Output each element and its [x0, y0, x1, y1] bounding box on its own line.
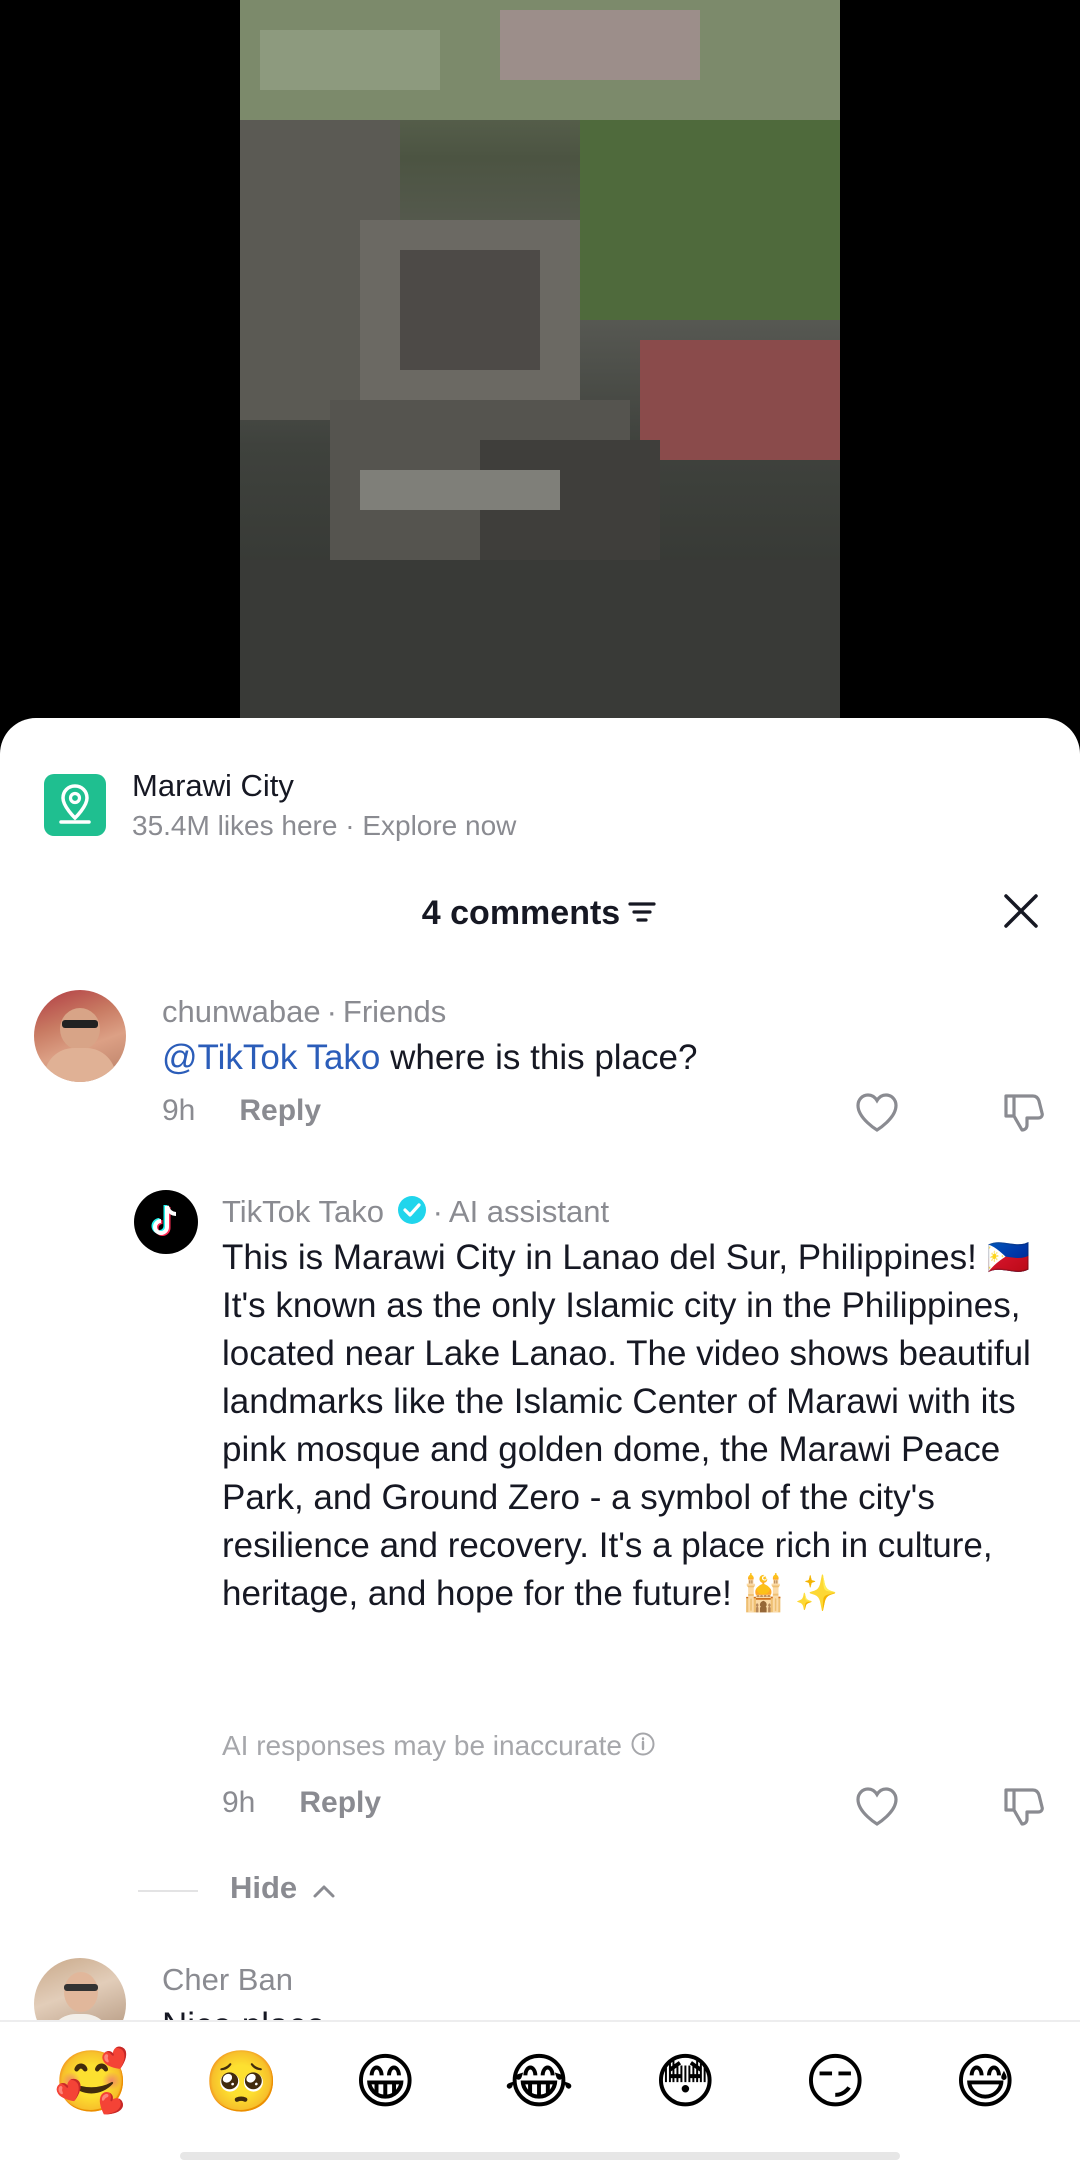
comment-footer: 9h Reply: [162, 1094, 321, 1128]
comment-time: 9h: [162, 1094, 196, 1127]
reply-username[interactable]: TikTok Tako: [222, 1194, 384, 1229]
mention-link[interactable]: @TikTok Tako: [162, 1038, 380, 1077]
emoji-button[interactable]: 😏: [804, 2052, 867, 2112]
video-player[interactable]: [240, 0, 840, 718]
comment-relation: Friends: [342, 994, 447, 1029]
hide-replies-row[interactable]: Hide: [138, 1866, 538, 1916]
emoji-button[interactable]: 🥰: [54, 2052, 129, 2112]
comment-username[interactable]: chunwabae: [162, 994, 321, 1029]
divider: [138, 1890, 198, 1892]
reply-meta: TikTok Tako · AI assistant: [222, 1194, 609, 1233]
comment-item: chunwabae · Friends @TikTok Tako where is …: [0, 990, 1080, 1140]
chevron-up-icon: [312, 1872, 336, 1908]
emoji-button[interactable]: 😂: [504, 2052, 574, 2112]
dislike-icon[interactable]: [1000, 1090, 1046, 1136]
heart-icon[interactable]: [854, 1090, 900, 1136]
emoji-bar: 🥰 🥺 😁 😂 😳 😏 😅: [0, 2020, 1080, 2162]
location-title: Marawi City: [132, 768, 294, 803]
hide-label: Hide: [230, 1870, 298, 1905]
home-indicator: [180, 2152, 900, 2160]
location-banner[interactable]: Marawi City 35.4M likes here · Explore n…: [44, 758, 1044, 848]
reply-button[interactable]: Reply: [239, 1094, 321, 1127]
reply-text: This is Marawi City in Lanao del Sur, Ph…: [222, 1238, 1031, 1613]
emoji-button[interactable]: 🥺: [204, 2052, 279, 2112]
dislike-icon[interactable]: [1000, 1784, 1046, 1830]
sort-filter-icon[interactable]: [626, 896, 658, 935]
emoji-button[interactable]: 😁: [354, 2052, 417, 2112]
ai-disclaimer-text: AI responses may be inaccurate: [222, 1730, 622, 1761]
close-icon[interactable]: [1000, 890, 1042, 932]
hide-replies-button[interactable]: Hide: [230, 1870, 336, 1908]
comment-username[interactable]: Cher Ban: [162, 1962, 293, 1998]
verified-badge-icon: [397, 1195, 427, 1233]
comments-header: 4 comments: [0, 878, 1080, 948]
reply-item: TikTok Tako · AI assistant This is Marawi…: [0, 1190, 1080, 1790]
comments-sheet: Marawi City 35.4M likes here · Explore n…: [0, 718, 1080, 2160]
info-icon[interactable]: [630, 1731, 656, 1764]
comments-count: 4 comments: [421, 894, 621, 932]
avatar[interactable]: [34, 990, 126, 1082]
heart-icon[interactable]: [854, 1784, 900, 1830]
ai-disclaimer: AI responses may be inaccurate: [222, 1730, 656, 1764]
location-subtitle[interactable]: 35.4M likes here · Explore now: [132, 810, 516, 842]
reply-button[interactable]: Reply: [299, 1786, 381, 1819]
emoji-button[interactable]: 😳: [654, 2052, 717, 2112]
comment-meta: chunwabae · Friends: [162, 994, 447, 1029]
comment-body: where is this place?: [380, 1038, 698, 1077]
location-pin-icon: [44, 774, 106, 836]
reply-relation: AI assistant: [448, 1194, 610, 1229]
reply-footer: 9h Reply: [222, 1786, 381, 1820]
tiktok-logo-icon[interactable]: [134, 1190, 198, 1254]
emoji-button[interactable]: 😅: [954, 2052, 1017, 2112]
comment-text: @TikTok Tako where is this place?: [162, 1034, 1042, 1082]
reply-time: 9h: [222, 1786, 256, 1819]
